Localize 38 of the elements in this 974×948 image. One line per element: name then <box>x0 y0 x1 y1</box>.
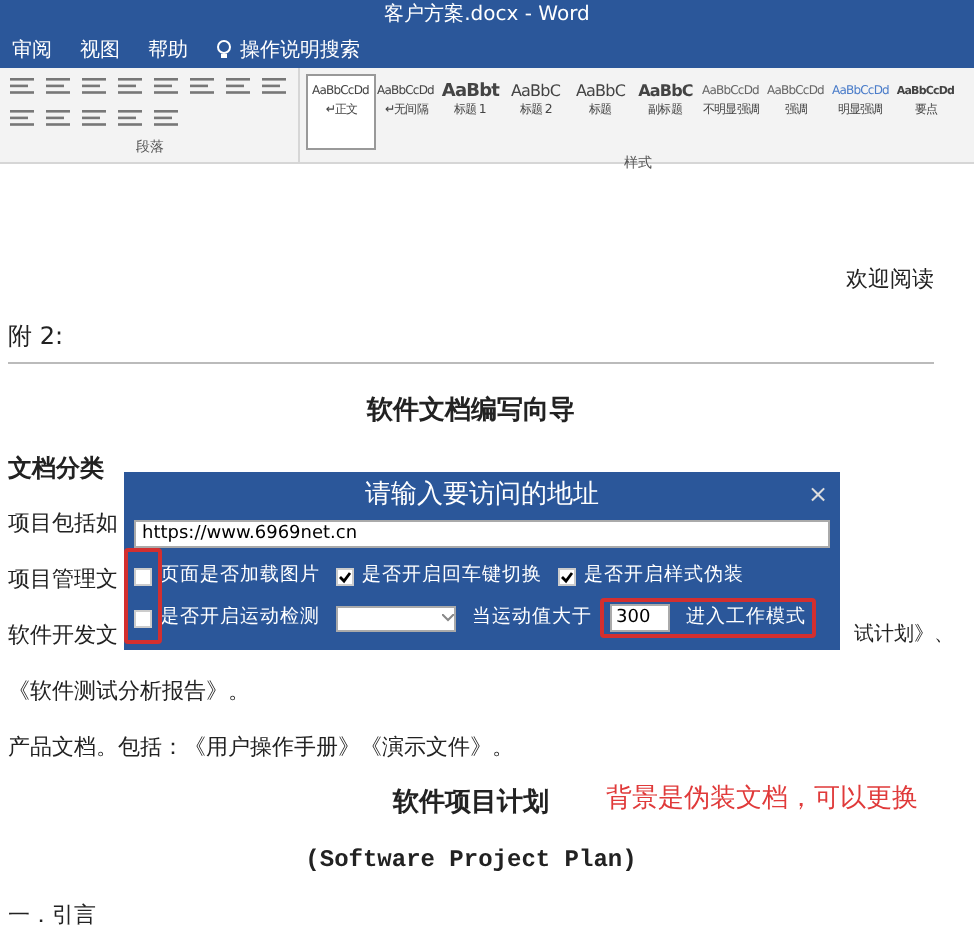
threshold-field[interactable]: 300 <box>610 604 670 632</box>
body-text: 《软件测试分析报告》。 <box>8 678 250 704</box>
document-title: 软件文档编写向导 <box>367 396 575 426</box>
search-field[interactable]: 操作说明搜索 <box>240 35 360 65</box>
menu-tab[interactable]: 审阅 <box>12 35 52 65</box>
body-text: 产品文档。包括：《用户操作手册》《演示文件》。 <box>8 734 514 760</box>
checkbox[interactable] <box>336 567 354 585</box>
option-label: 是否开启回车键切换 <box>362 561 542 590</box>
annotation-text: 背景是伪装文档，可以更换 <box>606 782 918 818</box>
body-text: 试计划》、 <box>854 621 954 650</box>
close-button[interactable]: × <box>807 476 828 512</box>
body-text: 软件开发文 <box>8 620 118 652</box>
window-title: 客户方案.docx - Word <box>0 0 974 32</box>
option-label: 是否开启运动检测 <box>160 603 320 632</box>
checkbox[interactable] <box>558 567 576 585</box>
section-heading: 文档分类 <box>8 454 104 482</box>
menu-tab[interactable]: 视图 <box>80 35 120 65</box>
threshold-label: 当运动值大于 <box>472 603 592 632</box>
checkbox[interactable] <box>134 567 152 585</box>
url-field[interactable]: https://www.6969net.cn <box>134 520 830 548</box>
dropdown[interactable] <box>336 605 456 631</box>
body-text: 项目包括如 <box>8 510 118 536</box>
menu-tab[interactable]: 帮助 <box>148 35 188 65</box>
document-subtitle: (Software Project Plan) <box>305 846 637 874</box>
option-label: 页面是否加载图片 <box>160 561 320 590</box>
appendix-label: 附 2: <box>8 322 63 350</box>
highlight-box <box>124 548 162 644</box>
checkbox[interactable] <box>134 609 152 627</box>
dialog-title: 请输入要访问的地址 <box>365 478 599 514</box>
body-text: 一．引言 <box>8 902 96 928</box>
caret-icon <box>442 614 454 622</box>
mode-label: 进入工作模式 <box>686 603 806 632</box>
lightbulb-icon <box>216 40 232 60</box>
body-text: 项目管理文 <box>8 566 118 592</box>
align-left-icon[interactable] <box>224 76 252 96</box>
option-label: 是否开启样式伪装 <box>584 561 744 590</box>
header-text: 欢迎阅读 <box>846 266 934 292</box>
document-title: 软件项目计划 <box>393 788 549 818</box>
